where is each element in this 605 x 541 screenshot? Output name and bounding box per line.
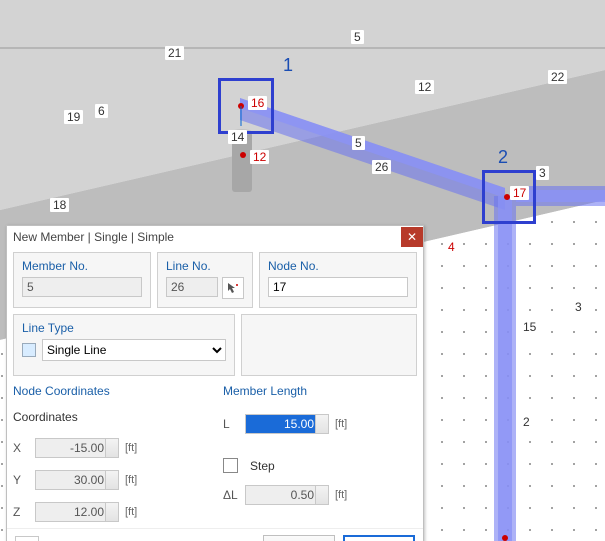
node-label: 2: [520, 415, 533, 429]
cancel-button[interactable]: Cancel: [263, 535, 335, 541]
node-label: 15: [520, 320, 539, 334]
label-line-type: Line Type: [22, 321, 226, 335]
unit-ft: [ft]: [125, 442, 137, 454]
pick-line-button[interactable]: [222, 277, 244, 299]
label-member-no: Member No.: [22, 259, 142, 273]
label-L: L: [223, 417, 239, 431]
unit-ft: [ft]: [125, 474, 137, 486]
node-label: 3: [572, 300, 585, 314]
node-number: 4: [445, 240, 458, 254]
cursor-pick-icon: [227, 282, 239, 294]
new-member-dialog: New Member | Single | Simple ✕ Member No…: [6, 225, 424, 541]
node-label: 5: [352, 136, 365, 150]
selection-label-1: 1: [280, 58, 296, 72]
label-coords: Coordinates: [13, 410, 217, 424]
group-line-type: Line Type Single Line: [13, 314, 235, 376]
node-label: 14: [228, 130, 247, 144]
label-member-length: Member Length: [223, 384, 417, 398]
label-y: Y: [13, 473, 29, 487]
node-no-input[interactable]: [268, 277, 408, 297]
close-button[interactable]: ✕: [401, 227, 423, 247]
node-label: 22: [548, 70, 567, 84]
group-node-no: Node No.: [259, 252, 417, 308]
coord-z-row: Z 12.00 [ft]: [13, 502, 217, 522]
node-label: 6: [95, 104, 108, 118]
node-label: 12: [415, 80, 434, 94]
unit-ft: [ft]: [125, 506, 137, 518]
coord-x-input[interactable]: -15.00: [35, 438, 119, 458]
close-icon: ✕: [407, 230, 417, 244]
line-type-swatch: [22, 343, 36, 357]
group-blank: [241, 314, 417, 376]
length-input[interactable]: 15.00: [245, 414, 329, 434]
display-settings-button[interactable]: [15, 536, 39, 541]
line-type-select[interactable]: Single Line: [42, 339, 226, 361]
node-label: 26: [372, 160, 391, 174]
label-step: Step: [250, 459, 275, 473]
label-line-no: Line No.: [166, 259, 244, 273]
selection-label-2: 2: [495, 150, 511, 164]
label-node-coords: Node Coordinates: [13, 384, 217, 398]
length-row: L 15.00 [ft]: [223, 414, 417, 434]
node-number: 16: [248, 96, 267, 110]
node-label: 21: [165, 46, 184, 60]
node-label: 5: [351, 30, 364, 44]
delta-l-row: ΔL 0.50 [ft]: [223, 485, 417, 505]
dialog-title: New Member | Single | Simple: [13, 230, 174, 244]
node-number: 12: [250, 150, 269, 164]
group-member-no: Member No.: [13, 252, 151, 308]
step-checkbox[interactable]: [223, 458, 238, 473]
label-node-no: Node No.: [268, 259, 408, 273]
node-label: 3: [536, 166, 549, 180]
apply-button[interactable]: Apply: [343, 535, 415, 541]
member-no-input[interactable]: [22, 277, 142, 297]
coord-x-row: X -15.00 [ft]: [13, 438, 217, 458]
step-row: Step: [223, 458, 417, 473]
node-number: 17: [510, 186, 529, 200]
unit-ft: [ft]: [335, 418, 347, 430]
node-label: 19: [64, 110, 83, 124]
node-label: 18: [50, 198, 69, 212]
dialog-titlebar[interactable]: New Member | Single | Simple ✕: [7, 226, 423, 248]
label-dL: ΔL: [223, 488, 239, 502]
coord-z-input[interactable]: 12.00: [35, 502, 119, 522]
label-z: Z: [13, 505, 29, 519]
delta-l-input[interactable]: 0.50: [245, 485, 329, 505]
group-line-no: Line No.: [157, 252, 253, 308]
coord-y-input[interactable]: 30.00: [35, 470, 119, 490]
label-x: X: [13, 441, 29, 455]
coord-y-row: Y 30.00 [ft]: [13, 470, 217, 490]
unit-ft: [ft]: [335, 489, 347, 501]
line-no-input[interactable]: [166, 277, 218, 297]
